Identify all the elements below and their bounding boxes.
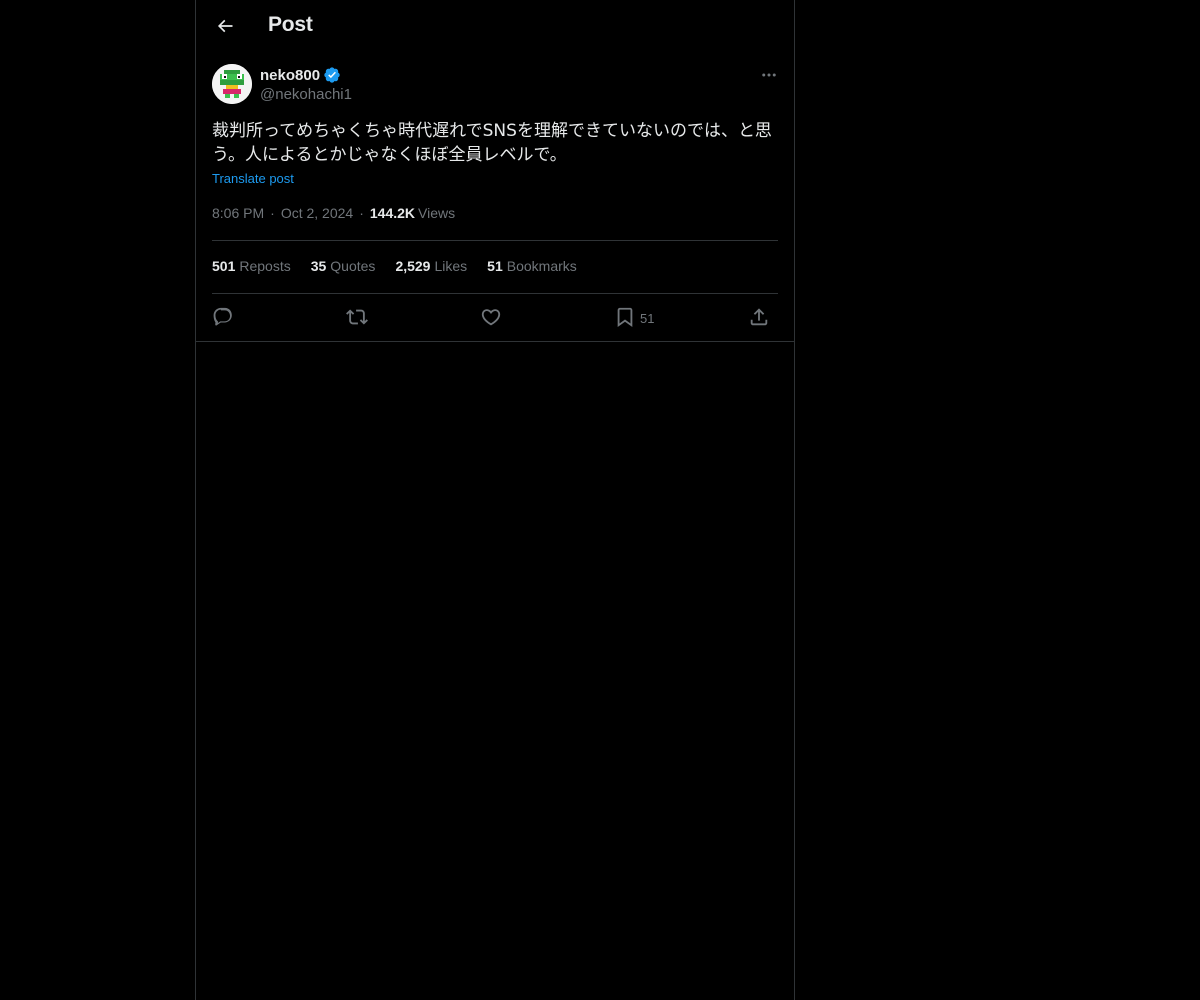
action-bar: 51 bbox=[212, 305, 778, 331]
author-row: neko800 bbox=[260, 65, 341, 85]
stat-reposts[interactable]: 501 Reposts bbox=[212, 258, 291, 274]
stat-quotes-label: Quotes bbox=[330, 258, 376, 274]
post-time[interactable]: 8:06 PM bbox=[212, 205, 264, 221]
author-handle[interactable]: @nekohachi1 bbox=[260, 86, 352, 103]
stat-quotes[interactable]: 35 Quotes bbox=[311, 258, 376, 274]
post-date[interactable]: Oct 2, 2024 bbox=[281, 205, 353, 221]
views-label: Views bbox=[418, 205, 456, 221]
post-text: 裁判所ってめちゃくちゃ時代遅れでSNSを理解できていないのでは、と思う。人による… bbox=[212, 121, 772, 165]
pixel-frog-avatar-icon bbox=[212, 64, 252, 104]
stat-reposts-label: Reposts bbox=[239, 258, 291, 274]
stat-bookmarks-label: Bookmarks bbox=[506, 258, 577, 274]
engagement-stats: 501 Reposts 35 Quotes 2,529 Likes 51 Bookmar… bbox=[212, 258, 597, 274]
more-dots-icon bbox=[762, 73, 776, 77]
bookmark-icon bbox=[617, 307, 633, 328]
author-name[interactable]: neko800 bbox=[260, 67, 320, 84]
stat-likes[interactable]: 2,529 Likes bbox=[395, 258, 467, 274]
repost-button[interactable] bbox=[346, 305, 368, 329]
avatar[interactable] bbox=[212, 64, 252, 104]
stat-quotes-count: 35 bbox=[310, 258, 327, 274]
back-button[interactable] bbox=[208, 9, 242, 43]
post-meta: 8:06 PM · Oct 2, 2024 · 144.2K Views bbox=[212, 205, 455, 221]
arrow-left-icon bbox=[217, 19, 233, 33]
stat-reposts-count: 501 bbox=[212, 258, 236, 274]
share-icon bbox=[750, 308, 768, 326]
divider bbox=[212, 240, 778, 241]
meta-separator: · bbox=[270, 205, 275, 221]
stat-likes-label: Likes bbox=[434, 258, 468, 274]
repost-icon bbox=[346, 309, 368, 325]
views-count: 144.2K bbox=[369, 205, 416, 221]
bookmark-button[interactable]: 51 bbox=[614, 305, 654, 329]
reply-icon bbox=[213, 307, 232, 326]
stat-likes-count: 2,529 bbox=[395, 258, 431, 274]
page-title: Post bbox=[268, 13, 313, 36]
meta-separator: · bbox=[359, 205, 364, 221]
like-button[interactable] bbox=[480, 305, 502, 329]
divider bbox=[212, 293, 778, 294]
share-button[interactable] bbox=[748, 305, 770, 329]
reply-button[interactable] bbox=[212, 305, 234, 329]
stat-bookmarks[interactable]: 51 Bookmarks bbox=[487, 258, 577, 274]
page-header: Post bbox=[196, 0, 794, 53]
verified-badge-icon bbox=[324, 67, 340, 83]
divider bbox=[196, 341, 794, 342]
post-column: Post neko800 @nekohachi1 裁判所ってめちゃくちゃ時代遅れ… bbox=[195, 0, 795, 1000]
bookmark-count: 51 bbox=[640, 311, 655, 326]
translate-post-link[interactable]: Translate post bbox=[212, 171, 294, 186]
like-icon bbox=[481, 309, 501, 326]
more-options-button[interactable] bbox=[754, 64, 784, 86]
stat-bookmarks-count: 51 bbox=[487, 258, 503, 274]
